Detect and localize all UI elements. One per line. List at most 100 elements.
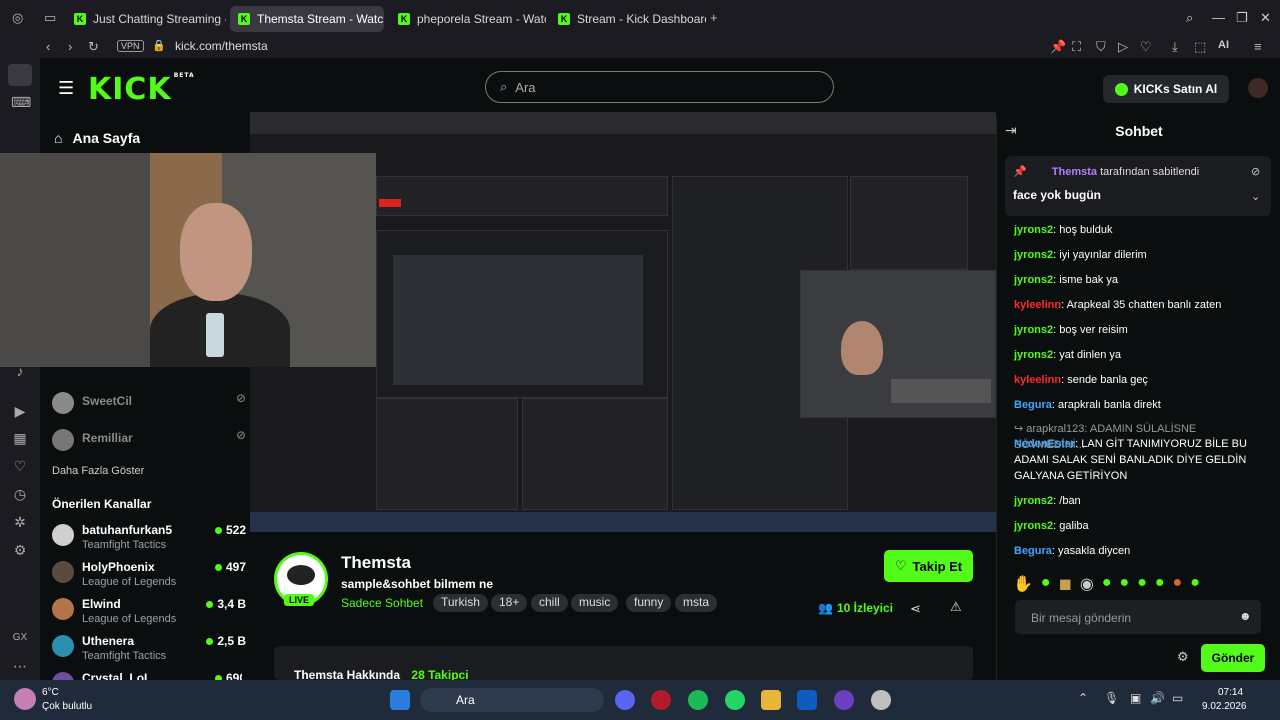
chevron-down-icon[interactable]: ⌄ <box>1251 190 1260 203</box>
new-tab-icon[interactable]: + <box>710 10 718 25</box>
home-link[interactable]: ⌂ Ana Sayfa <box>54 130 140 146</box>
steam-icon[interactable] <box>871 690 891 710</box>
back-icon[interactable]: ‹ <box>46 39 50 54</box>
tag[interactable]: chill <box>531 594 568 612</box>
hamburger-icon[interactable]: ☰ <box>58 78 74 99</box>
kicks-buy-button[interactable]: KICKs Satın Al <box>1103 75 1229 103</box>
recommended-channel[interactable]: batuhanfurkan5 Teamfight Tactics 522 <box>52 522 246 558</box>
category-link[interactable]: Sadece Sohbet <box>341 596 423 610</box>
emoji-icon[interactable]: ☻ <box>1239 609 1252 623</box>
chat-username[interactable]: jyrons2 <box>1014 324 1053 336</box>
home-panel-button[interactable] <box>8 64 32 86</box>
puzzle-icon[interactable]: ✲ <box>11 514 29 532</box>
search-input[interactable]: ⌕ Ara <box>485 71 834 103</box>
screenshot-icon[interactable]: ⛶ <box>1072 39 1081 55</box>
shield-icon[interactable]: ⛉ <box>1096 39 1106 55</box>
whatsapp-icon[interactable] <box>725 690 745 710</box>
store-icon[interactable] <box>797 690 817 710</box>
gx-icon[interactable]: GX <box>11 632 29 650</box>
close-window-icon[interactable]: ✕ <box>1260 10 1271 26</box>
chat-input[interactable]: Bir mesaj gönderin ☻ <box>1015 600 1261 634</box>
emote-icon[interactable]: ● <box>1173 574 1183 594</box>
clock-date[interactable]: 9.02.2026 <box>1202 701 1247 712</box>
recommended-channel[interactable]: Crystal_LoL 690 <box>52 670 242 680</box>
chat-username[interactable]: kyleelinn <box>1014 374 1061 386</box>
player-icon[interactable]: ▶ <box>11 403 29 421</box>
spotify-icon[interactable] <box>688 690 708 710</box>
followed-channel[interactable]: SweetCil ⊘ <box>52 390 246 426</box>
emote-icon[interactable]: ◼ <box>1059 574 1072 594</box>
obs-icon[interactable] <box>834 690 854 710</box>
tab-pheporela[interactable]: K pheporela Stream - Watch <box>390 6 546 32</box>
maximize-icon[interactable]: ❐ <box>1236 10 1248 26</box>
report-icon[interactable]: ⚠ <box>950 599 962 615</box>
emote-icon[interactable]: ● <box>1120 574 1130 594</box>
recommended-channel[interactable]: HolyPhoenix League of Legends 497 <box>52 559 246 595</box>
network-icon[interactable]: ▣ <box>1130 691 1141 705</box>
grid-icon[interactable]: ▦ <box>11 430 29 448</box>
emote-icon[interactable]: ● <box>1155 574 1165 594</box>
browser-logo-icon[interactable]: ◎ <box>12 10 23 26</box>
vpn-badge[interactable]: VPN <box>117 40 144 52</box>
chat-username[interactable]: NedenEster <box>1014 438 1075 450</box>
forward-icon[interactable]: › <box>68 39 72 54</box>
tag[interactable]: funny <box>626 594 672 612</box>
gamepad-icon[interactable]: ⌨ <box>11 94 31 112</box>
send-button[interactable]: Gönder <box>1201 644 1265 672</box>
chat-settings-icon[interactable]: ⚙ <box>1177 649 1189 665</box>
tag[interactable]: 18+ <box>491 594 528 612</box>
kick-logo[interactable]: KICK BETA <box>88 72 195 107</box>
show-more-link[interactable]: Daha Fazla Göster <box>52 465 144 477</box>
search-tabs-icon[interactable]: ⌕ <box>1186 10 1193 26</box>
chat-username[interactable]: Begura <box>1014 399 1052 411</box>
weather-icon[interactable] <box>14 688 36 710</box>
clock-time[interactable]: 07:14 <box>1218 687 1243 698</box>
emote-icon[interactable]: ● <box>1137 574 1147 594</box>
tag[interactable]: music <box>571 594 619 612</box>
mic-icon[interactable]: 🎙 <box>1104 691 1119 705</box>
favorites-icon[interactable]: ♡ <box>11 458 29 476</box>
chat-username[interactable]: jyrons2 <box>1014 224 1053 236</box>
recommended-channel[interactable]: Uthenera Teamfight Tactics 2,5 B <box>52 633 246 669</box>
emote-icon[interactable]: ◉ <box>1080 574 1094 594</box>
emote-icon[interactable]: ● <box>1102 574 1112 594</box>
chat-username[interactable]: jyrons2 <box>1014 520 1053 532</box>
tray-chevron-icon[interactable]: ⌃ <box>1078 691 1088 705</box>
unpin-icon[interactable]: ⊘ <box>1251 165 1260 178</box>
battery-icon[interactable]: ▭ <box>1172 691 1183 705</box>
start-icon[interactable] <box>390 690 410 710</box>
discord-icon[interactable] <box>615 690 635 710</box>
tab-menu-icon[interactable]: ▭ <box>44 10 56 26</box>
chat-username[interactable]: jyrons2 <box>1014 249 1053 261</box>
emote-icon[interactable]: ● <box>1041 574 1051 594</box>
ai-button[interactable]: AI <box>1218 39 1229 51</box>
tab-themsta[interactable]: K Themsta Stream - Watch L <box>230 6 384 32</box>
extensions-icon[interactable]: ⬚ <box>1194 39 1206 55</box>
tab-kick-dashboard[interactable]: K Stream - Kick Dashboard <box>550 6 706 32</box>
history-icon[interactable]: ◷ <box>11 486 29 504</box>
settings-icon[interactable]: ⚙ <box>11 542 29 560</box>
minimize-icon[interactable]: — <box>1212 10 1225 25</box>
volume-icon[interactable]: 🔊 <box>1150 691 1165 705</box>
tag[interactable]: msta <box>675 594 718 612</box>
heart-icon[interactable]: ♡ <box>1140 39 1152 55</box>
chat-username[interactable]: jyrons2 <box>1014 274 1053 286</box>
tag[interactable]: Turkish <box>433 594 488 612</box>
chat-username[interactable]: kyleelinn <box>1014 299 1061 311</box>
channel-name[interactable]: Themsta <box>341 553 411 573</box>
taskbar-search[interactable]: Ara <box>420 688 604 712</box>
download-icon[interactable]: ⤓ <box>1172 39 1178 55</box>
chat-username[interactable]: Begura <box>1014 545 1052 557</box>
reload-icon[interactable]: ↻ <box>88 39 99 55</box>
pin-icon[interactable]: 📌 <box>1050 39 1066 55</box>
opera-icon[interactable] <box>651 690 671 710</box>
emote-icon[interactable]: ✋ <box>1013 574 1033 594</box>
menu-icon[interactable]: ≡ <box>1254 39 1262 54</box>
chat-username[interactable]: jyrons2 <box>1014 495 1053 507</box>
user-avatar[interactable] <box>1248 78 1268 98</box>
lock-icon[interactable]: 🔒 <box>152 39 166 52</box>
follow-button[interactable]: ♡ Takip Et <box>884 550 973 582</box>
emote-icon[interactable]: ● <box>1190 574 1200 594</box>
share-icon[interactable]: ⋖ <box>910 601 921 617</box>
chat-username[interactable]: jyrons2 <box>1014 349 1053 361</box>
